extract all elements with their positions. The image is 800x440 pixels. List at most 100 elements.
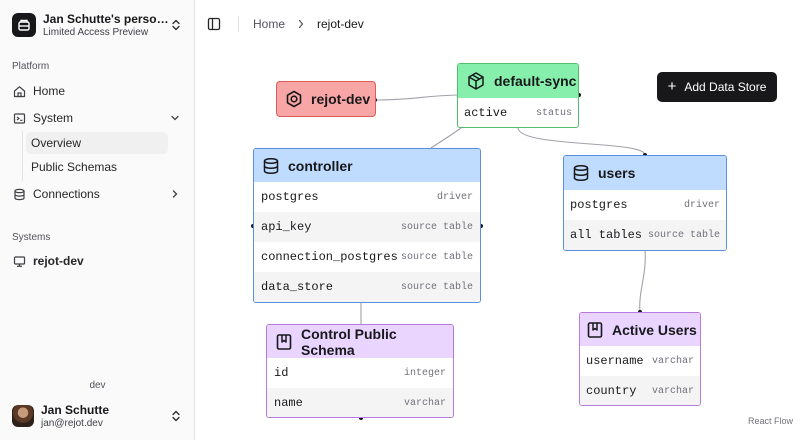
chevrons-up-down-icon: [169, 409, 183, 423]
header-divider: [238, 16, 239, 32]
node-title: users: [598, 165, 636, 181]
node-title: Control Public Schema: [301, 325, 397, 358]
row-key: postgres: [261, 190, 319, 204]
database-icon: [262, 157, 280, 175]
node-title: rejot-dev: [311, 91, 371, 107]
edge-sync-to-users: [517, 127, 646, 156]
edge-rejot-to-sync: [375, 94, 458, 101]
node-row: postgres driver: [254, 182, 480, 212]
row-key: postgres: [570, 198, 628, 212]
user-text: Jan Schutte jan@rejot.dev: [41, 403, 169, 429]
platform-group-label: Platform: [12, 61, 50, 72]
node-row: api_key source table: [254, 212, 480, 242]
row-value: driver: [683, 199, 720, 211]
row-key: active: [464, 106, 508, 120]
node-row: username varchar: [580, 346, 700, 376]
chevron-right-icon: [297, 19, 305, 29]
row-key: data_store: [261, 280, 334, 294]
database-icon: [12, 187, 26, 201]
flow-canvas[interactable]: + Add Data Store rejot-dev default-sync …: [195, 48, 800, 440]
workspace-logo-icon: [12, 13, 36, 37]
submenu-guide-line: [22, 131, 23, 181]
system-node-rejot-dev[interactable]: rejot-dev: [276, 81, 376, 117]
datastore-node-users[interactable]: users postgres driver all tables source …: [563, 155, 727, 251]
plus-icon: +: [667, 78, 677, 95]
database-icon: [572, 164, 590, 182]
node-header: default-sync: [458, 64, 578, 98]
sidebar-item-label: Connections: [33, 187, 100, 201]
monitor-icon: [12, 254, 26, 268]
node-title: default-sync: [494, 73, 577, 89]
row-key: api_key: [261, 220, 312, 234]
chevron-down-icon: [169, 112, 181, 124]
edge-sync-to-controller: [430, 127, 462, 149]
node-header: controller: [254, 149, 480, 182]
workspace-switcher[interactable]: Jan Schutte's personal workspace Limited…: [8, 8, 187, 42]
node-title: Active Users: [612, 321, 697, 338]
node-row: connection_postgres source table: [254, 242, 480, 272]
sidebar-subitem-public-schemas[interactable]: Public Schemas: [26, 156, 168, 178]
top-header: Home rejot-dev: [195, 0, 800, 48]
user-name: Jan Schutte: [41, 403, 110, 417]
breadcrumb: Home rejot-dev: [253, 17, 364, 31]
schema-node-control-public-schema[interactable]: Control Public Schema id integer name va…: [266, 324, 454, 418]
row-value: integer: [403, 367, 446, 379]
workspace-name: Jan Schutte's personal workspace: [43, 12, 169, 26]
chevrons-up-down-icon: [169, 18, 183, 32]
row-value: driver: [436, 191, 473, 203]
row-key: country: [586, 384, 637, 398]
chevron-right-icon: [169, 188, 181, 200]
edge-users-to-active-users: [639, 250, 646, 313]
sync-node-default-sync[interactable]: default-sync active status: [457, 63, 579, 128]
node-row: postgres driver: [564, 190, 726, 220]
row-key: all tables: [570, 228, 643, 242]
box-icon: [466, 71, 486, 91]
node-row: active status: [458, 98, 578, 127]
sidebar: Jan Schutte's personal workspace Limited…: [0, 0, 195, 440]
row-value: source table: [400, 251, 473, 263]
sidebar-toggle-button[interactable]: [205, 15, 223, 33]
row-value: varchar: [651, 355, 694, 367]
sidebar-item-home[interactable]: Home: [8, 79, 187, 103]
bookmark-book-icon: [275, 333, 293, 351]
bookmark-book-icon: [586, 321, 604, 339]
hexagon-icon: [285, 90, 303, 108]
avatar: [12, 405, 34, 427]
row-key: username: [586, 354, 644, 368]
react-flow-attribution[interactable]: React Flow: [748, 416, 793, 426]
node-row: country varchar: [580, 376, 700, 405]
sidebar-item-label: System: [33, 111, 74, 125]
app-root: Jan Schutte's personal workspace Limited…: [0, 0, 800, 440]
sidebar-item-system[interactable]: System: [8, 106, 187, 130]
breadcrumb-current: rejot-dev: [317, 17, 364, 31]
sidebar-item-connections[interactable]: Connections: [8, 182, 187, 206]
user-menu[interactable]: Jan Schutte jan@rejot.dev: [8, 399, 187, 433]
panel-left-icon: [207, 17, 221, 31]
sidebar-item-label: Home: [33, 84, 66, 98]
node-row: id integer: [267, 358, 453, 388]
workspace-text: Jan Schutte's personal workspace Limited…: [43, 12, 169, 38]
add-data-store-button[interactable]: + Add Data Store: [657, 72, 777, 102]
row-value: varchar: [651, 385, 694, 397]
workspace-subtitle: Limited Access Preview: [43, 27, 149, 38]
sidebar-subitem-overview[interactable]: Overview: [26, 132, 168, 154]
system-icon: [12, 111, 26, 125]
node-row: name varchar: [267, 388, 453, 417]
environment-label: dev: [89, 380, 106, 391]
breadcrumb-home-link[interactable]: Home: [253, 17, 285, 31]
datastore-node-controller[interactable]: controller postgres driver api_key sourc…: [253, 148, 481, 303]
sidebar-item-rejot-dev[interactable]: rejot-dev: [8, 249, 187, 273]
row-value: source table: [400, 221, 473, 233]
home-icon: [12, 84, 26, 98]
schema-node-active-users[interactable]: Active Users username varchar country va…: [579, 312, 701, 406]
node-header: Control Public Schema: [267, 325, 453, 358]
sidebar-item-label: rejot-dev: [33, 254, 84, 268]
row-key: id: [274, 366, 289, 380]
node-row: all tables source table: [564, 220, 726, 250]
add-data-store-label: Add Data Store: [684, 80, 767, 94]
user-email: jan@rejot.dev: [41, 418, 103, 429]
node-header: users: [564, 156, 726, 190]
row-value: source table: [400, 281, 473, 293]
node-header: Active Users: [580, 313, 700, 346]
node-row: data_store source table: [254, 272, 480, 302]
